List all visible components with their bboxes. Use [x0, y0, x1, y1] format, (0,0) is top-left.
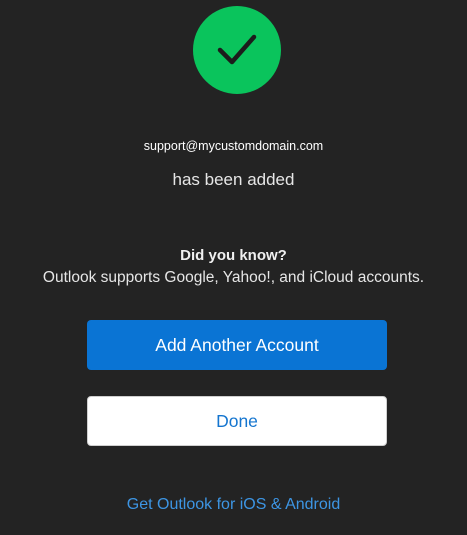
tip-body: Outlook supports Google, Yahoo!, and iCl…	[42, 269, 425, 286]
added-message: has been added	[172, 170, 295, 189]
account-email: support@mycustomdomain.com	[143, 139, 324, 153]
checkmark-icon	[217, 34, 257, 65]
add-another-account-button[interactable]: Add Another Account	[87, 320, 387, 370]
tip-title: Did you know?	[180, 247, 287, 264]
success-badge	[193, 6, 281, 94]
get-outlook-mobile-link[interactable]: Get Outlook for iOS & Android	[0, 496, 467, 514]
done-button[interactable]: Done	[87, 396, 387, 446]
